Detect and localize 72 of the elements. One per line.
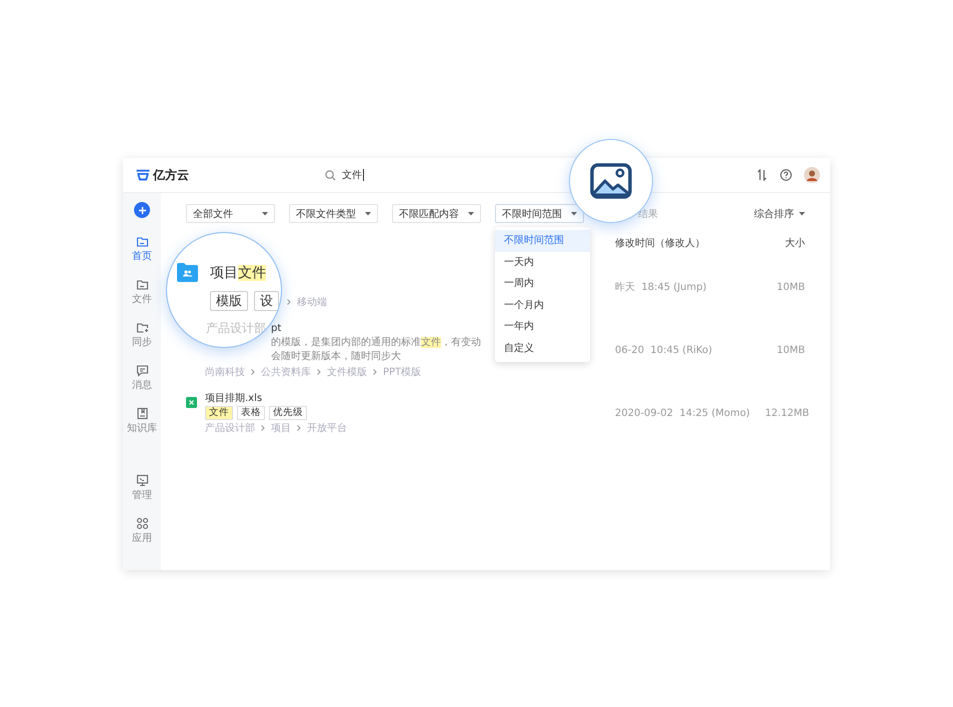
tag: 表格 <box>237 406 265 420</box>
sidebar-item[interactable]: 消息 <box>132 364 152 392</box>
file-description: 的模版，是集团内部的通用的标准文件，有变动会随时更新版本，随时同步大 <box>271 336 482 364</box>
logo-icon <box>135 168 151 182</box>
dropdown-option[interactable]: 一天内 <box>495 252 590 273</box>
search-field[interactable]: 文件 <box>342 168 364 182</box>
dropdown-option[interactable]: 自定义 <box>495 338 590 359</box>
breadcrumb-link[interactable]: PPT模版 <box>383 364 422 378</box>
chevron-icon <box>297 425 301 431</box>
dropdown-option[interactable]: 一周内 <box>495 273 590 294</box>
caret-icon <box>799 212 805 216</box>
dropdown-option[interactable]: 一年内 <box>495 316 590 338</box>
folder-name: 项目 文件 <box>210 264 266 282</box>
tag: 模版 <box>210 291 248 311</box>
chevron-icon <box>261 425 265 431</box>
avatar[interactable] <box>804 167 820 183</box>
caret-icon <box>262 212 268 216</box>
caret-icon <box>468 212 474 216</box>
chevron-icon <box>287 299 291 305</box>
file-size: 10MB <box>776 282 805 292</box>
logo-text: 亿方云 <box>153 166 189 184</box>
breadcrumb-link[interactable]: 文件模版 <box>327 364 367 378</box>
plus-icon <box>138 206 146 214</box>
filter-select[interactable]: 不限匹配内容 <box>392 204 481 223</box>
sidebar-item[interactable]: 同步 <box>132 321 152 349</box>
spreadsheet-icon <box>186 396 197 408</box>
column-header: 修改时间（修改人） <box>615 236 706 250</box>
modified-time: 06-20 10:45 (RiKo) <box>615 344 714 356</box>
breadcrumb-link[interactable]: 移动端 <box>297 295 327 309</box>
sidebar-item[interactable]: 管理 <box>132 474 152 502</box>
dropdown-option[interactable]: 一个月内 <box>495 294 590 316</box>
search-icon <box>325 170 336 180</box>
tag: 优先级 <box>269 406 307 420</box>
breadcrumb-link[interactable]: 尚南科技 <box>205 364 245 378</box>
file-size: 10MB <box>776 344 805 356</box>
dropdown-option[interactable]: 不限时间范围 <box>495 230 590 252</box>
caret-icon <box>571 212 577 216</box>
breadcrumb-link[interactable]: 公共资料库 <box>261 364 311 378</box>
sidebar-item[interactable]: 应用 <box>132 517 152 545</box>
image-icon <box>590 163 632 199</box>
help-icon[interactable] <box>780 169 792 181</box>
column-header: 大小 <box>784 236 805 250</box>
folder-icon <box>136 235 148 248</box>
chevron-icon <box>317 368 321 374</box>
sort-icon[interactable] <box>756 169 768 181</box>
breadcrumb-link[interactable]: 项目 <box>271 421 291 435</box>
breadcrumb-link[interactable]: 开放平台 <box>307 421 347 435</box>
add-button[interactable] <box>134 202 150 218</box>
tag: 设 <box>254 291 279 311</box>
folder-icon <box>136 278 148 291</box>
filter-select[interactable]: 不限时间范围 <box>495 204 584 223</box>
book-icon <box>136 407 148 420</box>
monitor-icon <box>136 474 148 487</box>
modified-time: 昨天 18:45 (Jump) <box>615 281 708 294</box>
caret-icon <box>365 212 371 216</box>
file-name[interactable]: pt <box>271 323 282 334</box>
chevron-icon <box>251 368 255 374</box>
filter-select[interactable]: 不限文件类型 <box>289 204 378 223</box>
sort-select[interactable]: 综合排序 <box>754 206 805 220</box>
shared-folder-icon <box>177 263 198 282</box>
folder-sync-icon <box>136 321 148 334</box>
message-icon <box>136 364 148 377</box>
chevron-icon <box>373 368 377 374</box>
sidebar-item[interactable]: 知识库 <box>127 407 157 435</box>
filter-select[interactable]: 全部文件 <box>186 204 275 223</box>
apps-icon <box>136 517 148 530</box>
file-name[interactable]: 项目排期.xls <box>205 391 262 405</box>
sidebar-item[interactable]: 文件 <box>132 278 152 306</box>
modified-time: 2020-09-02 14:25 (Momo) <box>615 408 751 418</box>
sidebar-item[interactable]: 首页 <box>132 235 152 263</box>
tag: 文件 <box>205 406 233 420</box>
breadcrumb-link[interactable]: 产品设计部 <box>205 421 255 435</box>
